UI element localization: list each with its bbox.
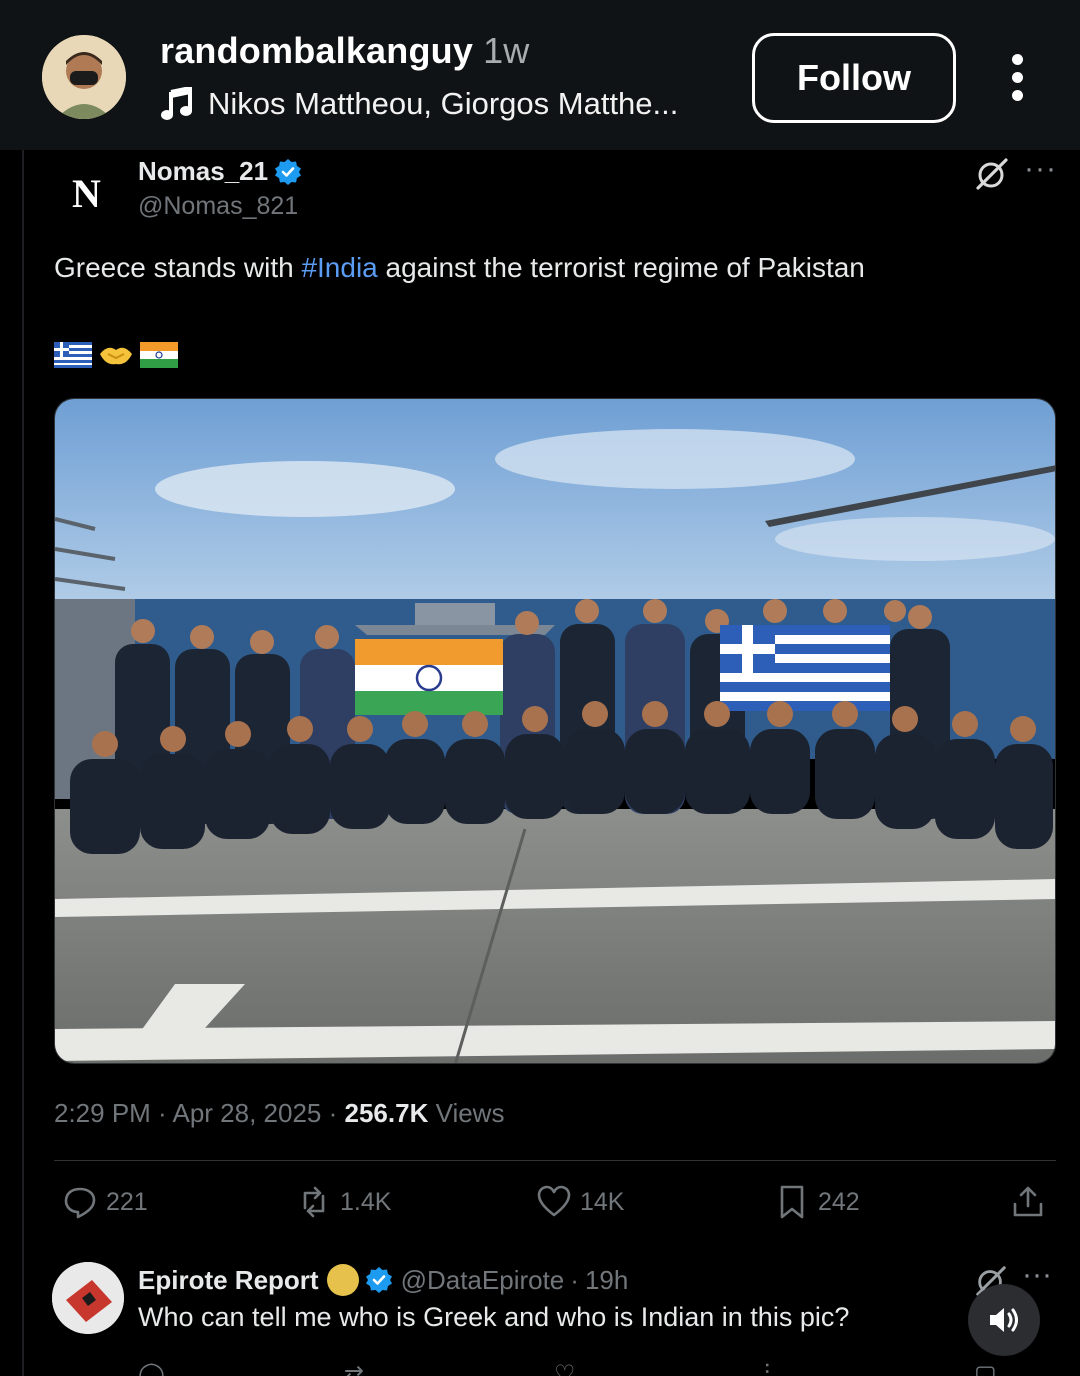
reply-header: Epirote Report @DataEpirote · 19h (138, 1264, 628, 1296)
reply-views-icon[interactable]: ⫶ (764, 1360, 770, 1376)
reply-author-handle[interactable]: @DataEpirote (401, 1265, 565, 1296)
reply-actions-cut-off: ◯ ⇄ ♡ ⫶ ▢ (24, 1350, 1080, 1376)
divider (54, 1160, 1056, 1161)
tweet-text-before: Greece stands with (54, 252, 302, 283)
reply-avatar[interactable] (52, 1262, 124, 1334)
emoji-row (54, 342, 178, 368)
reply-heart-icon[interactable]: ♡ (554, 1360, 576, 1376)
bookmark-button[interactable]: 242 (774, 1184, 860, 1220)
author-name[interactable]: Nomas_21 (138, 156, 268, 187)
reply-button[interactable]: 221 (62, 1184, 148, 1220)
tweet-photo[interactable] (54, 398, 1056, 1064)
reply-text: Who can tell me who is Greek and who is … (138, 1302, 850, 1332)
reply-more-icon[interactable]: ··· (1022, 1258, 1052, 1292)
tweet-date[interactable]: Apr 28, 2025 (173, 1098, 322, 1128)
profile-avatar[interactable] (42, 35, 126, 119)
reply-bookmark-icon[interactable]: ▢ (974, 1360, 997, 1376)
reply-repost-icon[interactable]: ⇄ (344, 1360, 364, 1376)
more-options-icon[interactable] (1002, 52, 1034, 104)
like-button[interactable]: 14K (536, 1184, 624, 1220)
verified-badge-icon (365, 1267, 392, 1293)
tweet-text: Greece stands with #India against the te… (54, 252, 865, 284)
music-note-icon (161, 87, 192, 120)
sound-toggle-button[interactable] (968, 1284, 1040, 1356)
repost-button[interactable]: 1.4K (296, 1184, 391, 1220)
gold-badge-icon (326, 1264, 359, 1296)
hashtag-link[interactable]: #India (301, 252, 377, 283)
grok-icon[interactable] (974, 156, 1010, 192)
like-count: 14K (580, 1187, 625, 1216)
reel-username[interactable]: randombalkanguy 1w (160, 30, 529, 72)
repost-icon (303, 1186, 325, 1218)
share-button[interactable] (1010, 1184, 1054, 1220)
author-handle[interactable]: @Nomas_821 (138, 192, 298, 221)
handshake-icon (100, 347, 132, 365)
reply-age: 19h (584, 1264, 629, 1295)
username-text[interactable]: randombalkanguy (160, 30, 473, 71)
heart-icon (537, 1185, 571, 1217)
tweet-more-icon[interactable]: ··· (1024, 152, 1057, 186)
share-icon (1013, 1186, 1043, 1217)
indian-flag-icon (140, 342, 178, 368)
reply-icon (64, 1187, 96, 1219)
music-info[interactable]: Nikos Mattheou, Giorgos Matthe... (160, 86, 678, 122)
reply-separator: · (570, 1264, 579, 1295)
tweet-time[interactable]: 2:29 PM (54, 1098, 151, 1128)
posted-ago: 1w (483, 30, 530, 71)
tweet-meta: 2:29 PM · Apr 28, 2025 · 256.7K Views (54, 1098, 505, 1128)
tweet-card: N Nomas_21 @Nomas_821 ··· Greece stands … (22, 150, 1080, 1376)
tweet-author[interactable]: Nomas_21 (138, 156, 302, 187)
reel-header: randombalkanguy 1w Nikos Mattheou, Giorgo… (0, 0, 1080, 150)
author-logo[interactable]: N (72, 170, 101, 217)
speaker-icon (990, 1308, 1018, 1332)
reply-reply-icon[interactable]: ◯ (138, 1360, 165, 1376)
tweet-text-after: against the terrorist regime of Pakistan (377, 252, 865, 283)
views-label: Views (435, 1098, 505, 1128)
bookmark-icon (780, 1185, 804, 1219)
greek-flag-icon (54, 342, 92, 368)
follow-button[interactable]: Follow (752, 33, 956, 123)
music-title[interactable]: Nikos Mattheou, Giorgos Matthe... (208, 86, 678, 122)
repost-count: 1.4K (340, 1187, 392, 1216)
views-count: 256.7K (344, 1098, 429, 1128)
reply-author-name[interactable]: Epirote Report (138, 1265, 319, 1296)
reply-count: 221 (106, 1187, 148, 1216)
verified-badge-icon (275, 158, 302, 185)
bookmark-count: 242 (818, 1187, 860, 1216)
